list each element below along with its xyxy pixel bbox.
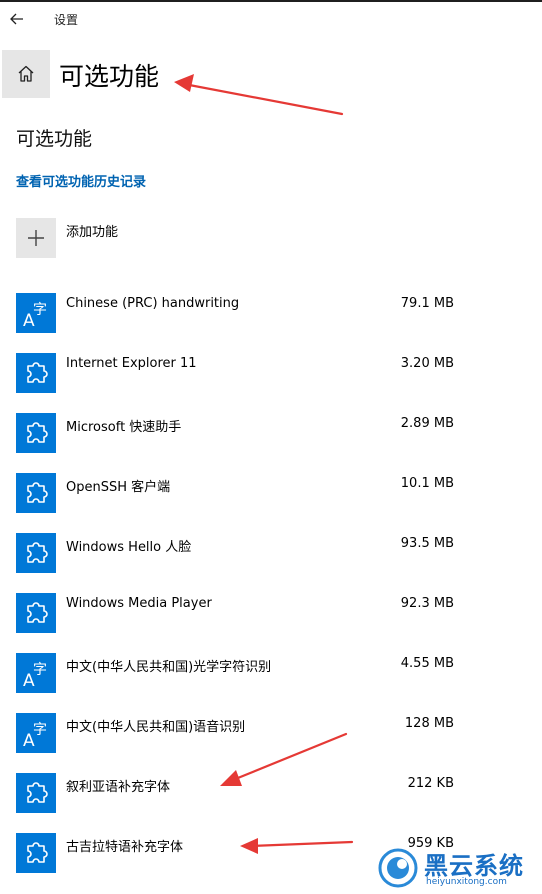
back-button[interactable] <box>0 2 34 36</box>
feature-history-link[interactable]: 查看可选功能历史记录 <box>16 171 146 190</box>
feature-size: 93.5 MB <box>400 536 454 551</box>
watermark: 黑云系统 heiyunxitong.com <box>378 846 538 892</box>
feature-item-quick-assist[interactable]: Microsoft 快速助手 2.89 MB <box>0 406 542 460</box>
feature-item-syriac-fonts[interactable]: 叙利亚语补充字体 212 KB <box>0 766 542 820</box>
feature-item-chinese-handwriting[interactable]: A字 Chinese (PRC) handwriting 79.1 MB <box>0 286 542 340</box>
feature-size: 212 KB <box>407 776 454 791</box>
puzzle-icon <box>16 533 56 573</box>
feature-name: 叙利亚语补充字体 <box>66 780 171 795</box>
feature-name: 中文(中华人民共和国)语音识别 <box>66 720 246 735</box>
watermark-logo-icon <box>378 848 418 888</box>
puzzle-icon <box>16 413 56 453</box>
feature-size: 2.89 MB <box>400 416 454 431</box>
feature-item-windows-media-player[interactable]: Windows Media Player 92.3 MB <box>0 586 542 640</box>
back-arrow-icon <box>10 13 23 25</box>
language-icon: A字 <box>16 293 56 333</box>
svg-text:字: 字 <box>33 722 47 738</box>
feature-name: Windows Media Player <box>66 596 212 611</box>
feature-size: 10.1 MB <box>400 476 454 491</box>
feature-name: 中文(中华人民共和国)光学字符识别 <box>66 660 272 675</box>
add-feature-button[interactable] <box>16 218 56 258</box>
puzzle-icon <box>16 773 56 813</box>
feature-size: 128 MB <box>404 716 454 731</box>
puzzle-icon <box>16 353 56 393</box>
feature-size: 3.20 MB <box>400 356 454 371</box>
feature-name: 古吉拉特语补充字体 <box>66 840 184 855</box>
watermark-url: heiyunxitong.com <box>426 877 507 887</box>
add-feature-label[interactable]: 添加功能 <box>66 221 118 240</box>
home-button[interactable] <box>2 50 50 98</box>
feature-item-openssh-client[interactable]: OpenSSH 客户端 10.1 MB <box>0 466 542 520</box>
red-arrow-icon <box>174 74 344 116</box>
app-title: 设置 <box>54 13 79 27</box>
puzzle-icon <box>16 833 56 873</box>
feature-item-chinese-speech[interactable]: A字 中文(中华人民共和国)语音识别 128 MB <box>0 706 542 760</box>
language-icon: A字 <box>16 713 56 753</box>
feature-item-chinese-ocr[interactable]: A字 中文(中华人民共和国)光学字符识别 4.55 MB <box>0 646 542 700</box>
feature-name: OpenSSH 客户端 <box>66 480 171 495</box>
watermark-brand: 黑云系统 <box>424 852 524 880</box>
feature-name: Windows Hello 人脸 <box>66 540 192 555</box>
feature-name: Internet Explorer 11 <box>66 356 197 371</box>
home-icon <box>18 65 34 82</box>
puzzle-icon <box>16 593 56 633</box>
feature-size: 92.3 MB <box>400 596 454 611</box>
plus-icon <box>28 230 44 246</box>
svg-text:字: 字 <box>33 662 47 678</box>
title-bar: 设置 <box>0 2 542 36</box>
language-icon: A字 <box>16 653 56 693</box>
feature-size: 79.1 MB <box>400 296 454 311</box>
feature-item-windows-hello-face[interactable]: Windows Hello 人脸 93.5 MB <box>0 526 542 580</box>
section-title: 可选功能 <box>16 128 93 150</box>
puzzle-icon <box>16 473 56 513</box>
feature-name: Chinese (PRC) handwriting <box>66 296 240 311</box>
svg-text:字: 字 <box>33 302 47 318</box>
page-title: 可选功能 <box>59 62 160 91</box>
feature-item-internet-explorer[interactable]: Internet Explorer 11 3.20 MB <box>0 346 542 400</box>
feature-size: 4.55 MB <box>400 656 454 671</box>
feature-name: Microsoft 快速助手 <box>66 420 182 435</box>
